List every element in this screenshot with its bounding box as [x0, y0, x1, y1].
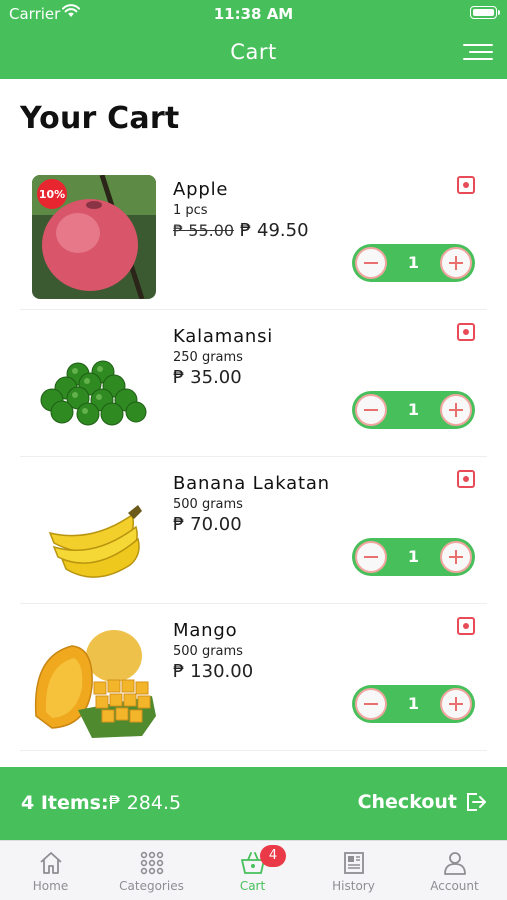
- cart-item: 10% Apple 1 pcs ₱ 55.00 ₱ 49.50 1: [20, 163, 487, 310]
- item-info: Mango 500 grams ₱ 130.00: [173, 620, 253, 682]
- tab-cart[interactable]: 4 Cart: [202, 841, 303, 900]
- summary-items-label: 4 Items:: [21, 792, 109, 814]
- item-price: ₱ 49.50: [239, 220, 309, 241]
- quantity-stepper: 1: [352, 391, 475, 429]
- cart-list: 10% Apple 1 pcs ₱ 55.00 ₱ 49.50 1 Kalama…: [20, 163, 487, 751]
- cart-summary-bar: 4 Items:₱ 284.5 Checkout: [0, 767, 507, 840]
- quantity-value: 1: [407, 694, 420, 713]
- tab-bar: Home Categories 4 Cart History Account: [0, 840, 507, 900]
- item-price-line: ₱ 70.00: [173, 514, 330, 535]
- item-price: ₱ 35.00: [173, 367, 242, 388]
- summary-text: 4 Items:₱ 284.5: [21, 792, 181, 814]
- page-title: Your Cart: [20, 101, 180, 136]
- remove-item-icon[interactable]: [457, 323, 475, 341]
- cart-item: Banana Lakatan 500 grams ₱ 70.00 1: [20, 457, 487, 604]
- decrease-button[interactable]: [355, 688, 387, 720]
- nav-title: Cart: [230, 40, 277, 64]
- banana-image: [32, 469, 156, 593]
- cart-item: Kalamansi 250 grams ₱ 35.00 1: [20, 310, 487, 457]
- item-info: Banana Lakatan 500 grams ₱ 70.00: [173, 473, 330, 535]
- increase-button[interactable]: [440, 247, 472, 279]
- logout-arrow-icon: [467, 793, 486, 811]
- decrease-button[interactable]: [355, 541, 387, 573]
- cart-count-badge: 4: [260, 845, 286, 867]
- quantity-value: 1: [407, 547, 420, 566]
- decrease-button[interactable]: [355, 394, 387, 426]
- tab-home[interactable]: Home: [0, 841, 101, 900]
- mango-image: [32, 616, 156, 740]
- tab-label: Categories: [119, 879, 184, 893]
- item-name: Banana Lakatan: [173, 473, 330, 494]
- tab-label: History: [332, 879, 375, 893]
- remove-item-icon[interactable]: [457, 617, 475, 635]
- tab-label: Home: [32, 879, 69, 893]
- remove-item-icon[interactable]: [457, 470, 475, 488]
- increase-button[interactable]: [440, 541, 472, 573]
- tab-history[interactable]: History: [303, 841, 404, 900]
- item-price: ₱ 130.00: [173, 661, 254, 682]
- hamburger-menu-icon[interactable]: [463, 44, 493, 62]
- checkout-button[interactable]: Checkout: [358, 791, 487, 813]
- tab-account[interactable]: Account: [404, 841, 507, 900]
- item-old-price: ₱ 55.00: [173, 221, 235, 240]
- quantity-stepper: 1: [352, 685, 475, 723]
- remove-item-icon[interactable]: [457, 176, 475, 194]
- status-bar: Carrier 11:38 AM: [0, 0, 507, 28]
- status-time: 11:38 AM: [213, 5, 294, 23]
- summary-total: ₱ 284.5: [108, 792, 182, 814]
- battery-icon: [470, 6, 500, 19]
- quantity-stepper: 1: [352, 244, 475, 282]
- item-name: Kalamansi: [173, 326, 274, 347]
- item-price-line: ₱ 35.00: [173, 367, 273, 388]
- top-bar: Carrier 11:38 AM Cart: [0, 0, 507, 79]
- home-icon: [40, 852, 62, 874]
- user-icon: [444, 852, 466, 875]
- item-quantity-label: 500 grams: [173, 497, 243, 512]
- tab-label: Cart: [239, 879, 266, 893]
- item-quantity-label: 1 pcs: [173, 203, 208, 218]
- quantity-value: 1: [407, 400, 420, 419]
- tab-categories[interactable]: Categories: [101, 841, 202, 900]
- tab-label: Account: [430, 879, 479, 893]
- cart-item: Mango 500 grams ₱ 130.00 1: [20, 604, 487, 751]
- increase-button[interactable]: [440, 394, 472, 426]
- item-price: ₱ 70.00: [173, 514, 242, 535]
- item-info: Apple 1 pcs ₱ 55.00 ₱ 49.50: [173, 179, 309, 241]
- checkout-label: Checkout: [357, 791, 457, 813]
- decrease-button[interactable]: [355, 247, 387, 279]
- increase-button[interactable]: [440, 688, 472, 720]
- grid-icon: [140, 851, 164, 875]
- app-root: Carrier 11:38 AM Cart Your Cart 10% Appl…: [0, 0, 507, 900]
- apple-image: 10%: [32, 175, 156, 299]
- item-info: Kalamansi 250 grams ₱ 35.00: [173, 326, 273, 388]
- item-quantity-label: 500 grams: [173, 644, 243, 659]
- newspaper-icon: [344, 852, 364, 874]
- item-price-line: ₱ 55.00 ₱ 49.50: [173, 220, 309, 241]
- item-quantity-label: 250 grams: [173, 350, 243, 365]
- kalamansi-image: [32, 322, 156, 446]
- item-price-line: ₱ 130.00: [173, 661, 253, 682]
- item-name: Mango: [173, 620, 238, 641]
- item-name: Apple: [173, 179, 229, 200]
- discount-badge: 10%: [37, 179, 67, 209]
- quantity-value: 1: [407, 253, 420, 272]
- quantity-stepper: 1: [352, 538, 475, 576]
